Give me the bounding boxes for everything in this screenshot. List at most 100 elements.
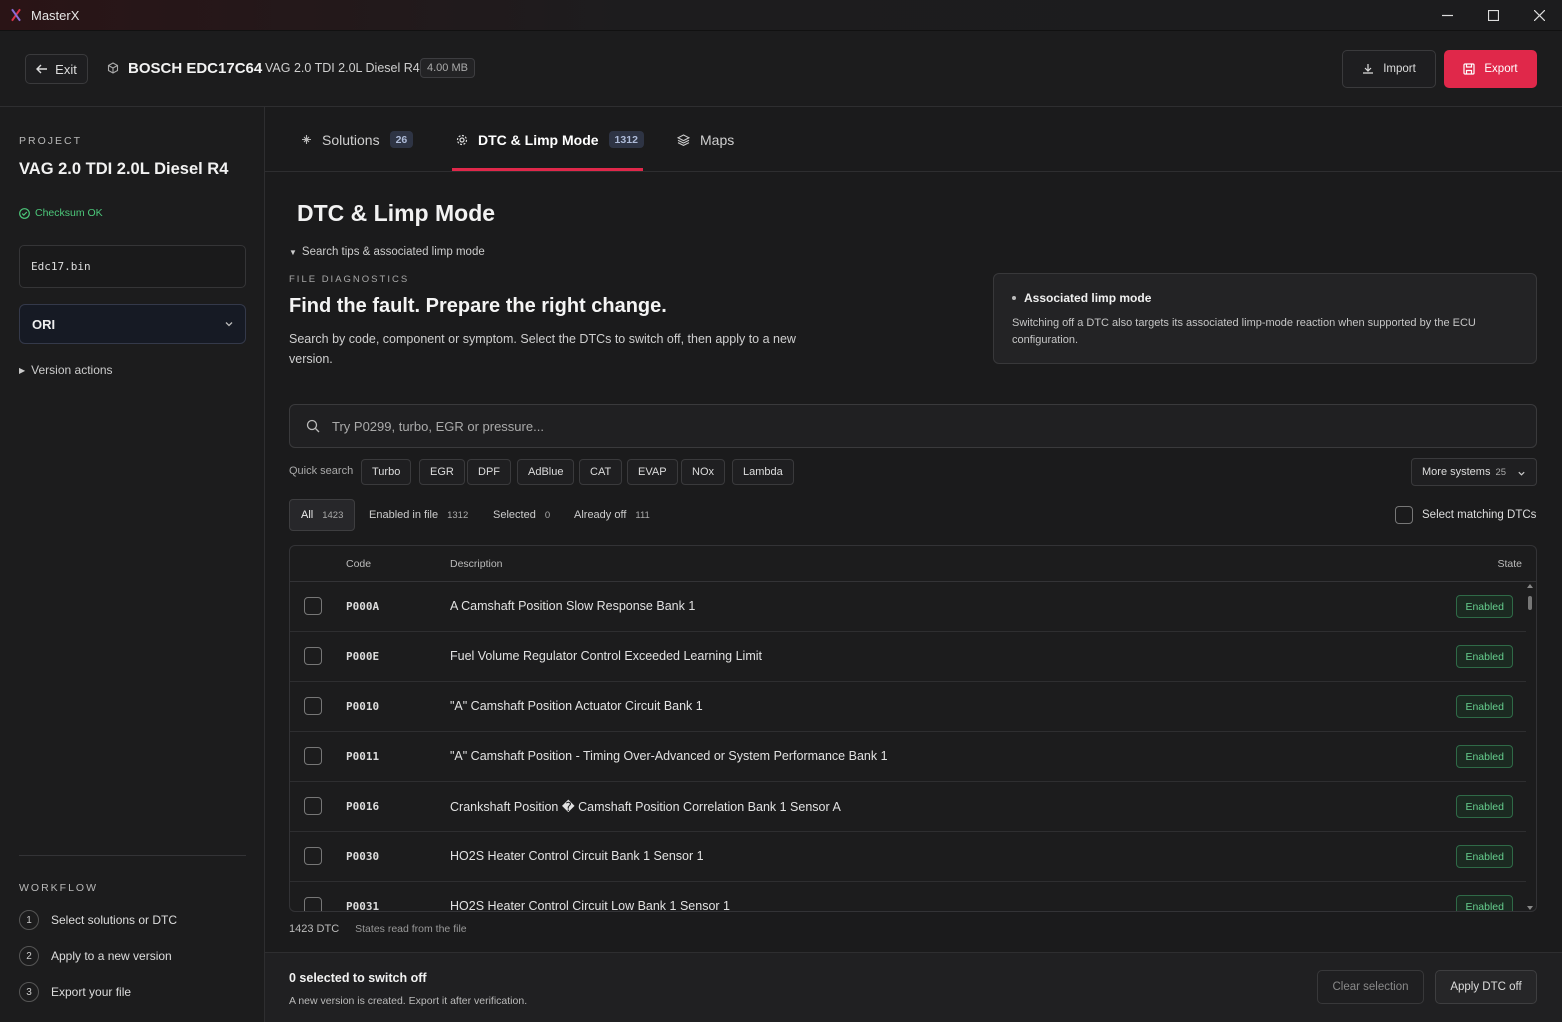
sparkle-icon [302, 135, 311, 144]
table-row[interactable]: P0011 "A" Camshaft Position - Timing Ove… [290, 732, 1526, 782]
tab-dtc-limp-mode[interactable]: DTC & Limp Mode 1312 [456, 107, 644, 172]
sidebar: PROJECT VAG 2.0 TDI 2.0L Diesel R4 Check… [0, 107, 265, 1022]
arrow-left-icon [36, 64, 48, 74]
filter-label: Enabled in file [369, 509, 439, 521]
column-header-description[interactable]: Description [450, 558, 503, 570]
filter-label: Selected [493, 509, 536, 521]
download-icon [1363, 64, 1374, 74]
row-checkbox[interactable] [304, 597, 322, 615]
state-badge: Enabled [1456, 845, 1513, 868]
filter-label: All [301, 509, 314, 521]
state-badge: Enabled [1456, 795, 1513, 818]
sidebar-divider [19, 855, 246, 856]
quick-search-label: Quick search [289, 465, 354, 477]
dtc-code: P0030 [346, 850, 380, 863]
dtc-code: P000E [346, 650, 380, 663]
quick-chip-turbo[interactable]: Turbo [361, 459, 412, 485]
scroll-down-icon[interactable] [1527, 906, 1533, 910]
version-select[interactable]: ORI [19, 304, 246, 344]
dtc-description: Fuel Volume Regulator Control Exceeded L… [450, 649, 762, 663]
select-matching-toggle[interactable]: Select matching DTCs [1395, 506, 1536, 524]
dtc-description: A Camshaft Position Slow Response Bank 1 [450, 599, 696, 613]
workflow-step: 1 Select solutions or DTC [19, 910, 177, 930]
close-icon[interactable] [1516, 0, 1562, 31]
tab-label: Maps [700, 131, 735, 148]
quick-chip-dpf[interactable]: DPF [467, 459, 511, 485]
filter-count: 1423 [322, 509, 344, 521]
select-matching-checkbox[interactable] [1395, 506, 1413, 524]
table-row[interactable]: P0031 HO2S Heater Control Circuit Low Ba… [290, 882, 1526, 911]
title-bar: MasterX [0, 0, 1562, 31]
tab-bar: Solutions 26 DTC & Limp Mode 1312 Maps [265, 107, 1562, 172]
apply-dtc-off-button[interactable]: Apply DTC off [1435, 970, 1537, 1004]
dtc-description: "A" Camshaft Position - Timing Over-Adva… [450, 749, 888, 763]
file-name-field[interactable]: Edc17.bin [19, 245, 246, 288]
filter-all[interactable]: All 1423 [289, 499, 356, 531]
selection-summary: 0 selected to switch off [289, 971, 427, 985]
more-systems-dropdown[interactable]: More systems 25 [1411, 458, 1537, 486]
table-scrollbar[interactable] [1526, 582, 1534, 911]
table-row[interactable]: P0016 Crankshaft Position � Camshaft Pos… [290, 782, 1526, 832]
row-checkbox[interactable] [304, 747, 322, 765]
filter-enabled-in-file[interactable]: Enabled in file 1312 [358, 499, 479, 531]
limp-mode-text: Switching off a DTC also targets its ass… [1012, 317, 1476, 346]
filter-already-off[interactable]: Already off 111 [563, 499, 661, 531]
table-row[interactable]: P0010 "A" Camshaft Position Actuator Cir… [290, 682, 1526, 732]
tab-label: Solutions [322, 131, 380, 148]
filter-count: 1312 [447, 509, 469, 521]
row-checkbox[interactable] [304, 647, 322, 665]
column-header-state[interactable]: State [1497, 558, 1522, 570]
tab-solutions[interactable]: Solutions 26 [301, 107, 414, 172]
quick-chip-adblue[interactable]: AdBlue [517, 459, 575, 485]
version-actions-toggle[interactable]: ▶ Version actions [19, 363, 113, 377]
page-title: DTC & Limp Mode [297, 200, 496, 226]
chip-icon [107, 62, 119, 74]
export-button[interactable]: Export [1444, 50, 1537, 88]
workflow-step-number: 1 [19, 910, 39, 930]
clear-selection-button[interactable]: Clear selection [1317, 970, 1424, 1004]
filter-label: Already off [574, 509, 627, 521]
exit-button[interactable]: Exit [25, 54, 88, 84]
search-tips-toggle[interactable]: ▼ Search tips & associated limp mode [289, 246, 485, 258]
row-checkbox[interactable] [304, 697, 322, 715]
dtc-code: P0010 [346, 700, 380, 713]
search-tips-label: Search tips & associated limp mode [301, 246, 485, 258]
row-checkbox[interactable] [304, 897, 322, 911]
triangle-down-icon: ▼ [289, 247, 297, 257]
search-input[interactable] [332, 418, 1232, 434]
maximize-icon[interactable] [1470, 0, 1516, 31]
limp-mode-title: Associated limp mode [1012, 291, 1151, 305]
select-matching-label: Select matching DTCs [1422, 509, 1537, 521]
dtc-code: P0011 [346, 750, 380, 763]
workflow-step-label: Select solutions or DTC [51, 913, 178, 927]
import-button[interactable]: Import [1342, 50, 1436, 88]
scroll-thumb[interactable] [1528, 596, 1532, 610]
table-row[interactable]: P000A A Camshaft Position Slow Response … [290, 582, 1526, 632]
file-name: Edc17.bin [31, 260, 91, 273]
tab-maps[interactable]: Maps [677, 107, 734, 172]
column-header-code[interactable]: Code [346, 558, 371, 570]
search-bar [289, 404, 1537, 448]
quick-chip-evap[interactable]: EVAP [627, 459, 678, 485]
filter-count: 111 [635, 509, 650, 521]
save-icon [1463, 63, 1475, 75]
row-checkbox[interactable] [304, 847, 322, 865]
quick-chip-cat[interactable]: CAT [579, 459, 623, 485]
scroll-up-icon[interactable] [1527, 584, 1533, 588]
table-row[interactable]: P000E Fuel Volume Regulator Control Exce… [290, 632, 1526, 682]
table-row[interactable]: P0030 HO2S Heater Control Circuit Bank 1… [290, 832, 1526, 882]
workflow-step-label: Apply to a new version [51, 949, 172, 963]
import-label: Import [1383, 63, 1416, 75]
chevron-down-icon [1518, 471, 1525, 476]
filter-selected[interactable]: Selected 0 [482, 499, 561, 531]
workflow-step-number: 2 [19, 946, 39, 966]
quick-chip-lambda[interactable]: Lambda [732, 459, 794, 485]
checksum-status: Checksum OK [19, 207, 103, 219]
quick-chip-egr[interactable]: EGR [419, 459, 465, 485]
quick-chip-nox[interactable]: NOx [681, 459, 725, 485]
export-label: Export [1484, 63, 1518, 75]
minimize-icon[interactable] [1424, 0, 1470, 31]
workflow-step: 2 Apply to a new version [19, 946, 172, 966]
row-checkbox[interactable] [304, 797, 322, 815]
tab-label: DTC & Limp Mode [478, 131, 599, 148]
